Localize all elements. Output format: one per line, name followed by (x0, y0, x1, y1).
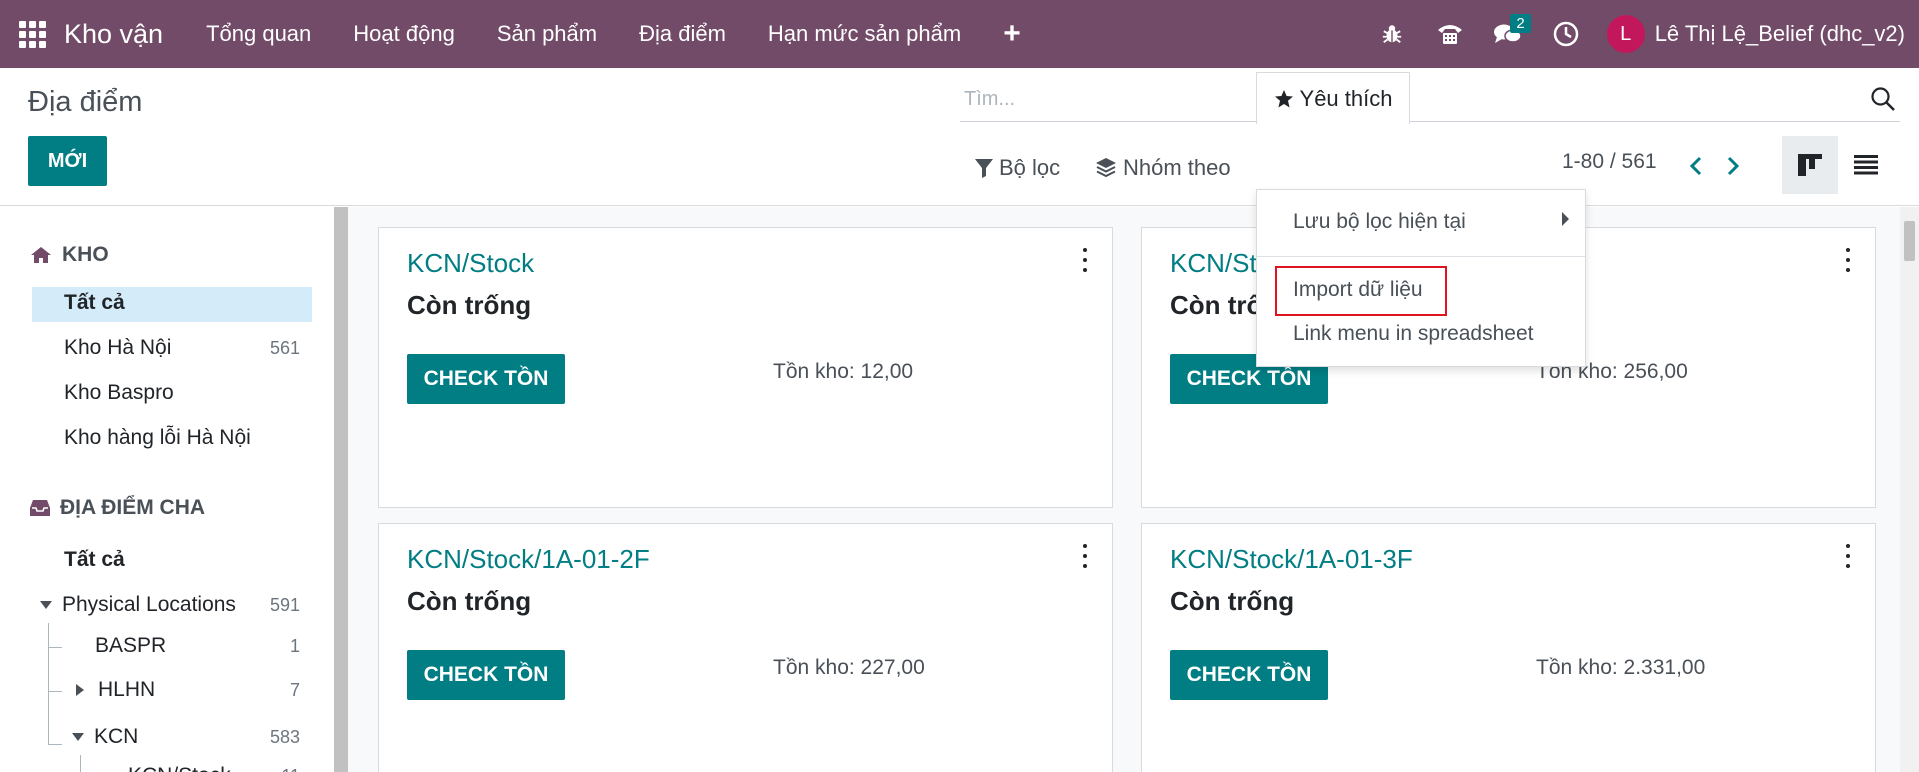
tree-item-baspr[interactable]: BASPR (95, 634, 166, 658)
user-name[interactable]: Lê Thị Lệ_Belief (dhc_v2) (1655, 21, 1905, 47)
parent-item-all[interactable]: Tất cả (64, 548, 125, 572)
tree-item-physical-locations[interactable]: Physical Locations (40, 593, 236, 617)
tree-count: 591 (269, 595, 300, 615)
menu-locations[interactable]: Địa điểm (618, 0, 747, 68)
card-stock: Tồn kho: 227,00 (773, 656, 925, 679)
layers-icon (1096, 158, 1116, 178)
pager-prev-icon[interactable] (1681, 148, 1711, 184)
search-icon[interactable] (1870, 86, 1896, 117)
card-stock: Tồn kho: 2.331,00 (1536, 656, 1706, 679)
tree-line (80, 755, 81, 772)
tree-line (48, 691, 62, 692)
pager-next-icon[interactable] (1718, 148, 1748, 184)
tree-label: Physical Locations (62, 593, 236, 616)
sidebar-scrollbar[interactable] (334, 207, 348, 772)
tree-line (48, 623, 49, 745)
tree-label: KCN (94, 725, 139, 748)
chat-icon[interactable]: 2 (1479, 0, 1537, 68)
search-bar (960, 78, 1900, 122)
warehouse-section-header: KHO (30, 243, 109, 267)
warehouse-header-label: KHO (62, 243, 109, 266)
list-view-icon[interactable] (1838, 136, 1894, 194)
check-stock-button[interactable]: CHECK TỒN (407, 650, 565, 700)
clock-icon[interactable] (1537, 0, 1595, 68)
parent-header-label: ĐỊA ĐIỂM CHA (60, 496, 206, 519)
app-brand[interactable]: Kho vận (64, 19, 163, 50)
user-avatar[interactable]: L (1606, 15, 1645, 53)
filter-button[interactable]: Bộ lọc (975, 148, 1060, 188)
tree-count: 583 (269, 727, 300, 747)
warehouse-item-defect[interactable]: Kho hàng lỗi Hà Nội (64, 426, 251, 450)
add-menu-icon[interactable]: + (982, 17, 1042, 51)
tree-line (48, 647, 62, 648)
caret-down-icon (40, 601, 52, 609)
card-title: KCN/Stock (407, 248, 535, 278)
caret-down-icon (72, 733, 84, 741)
tree-count: 1 (289, 636, 300, 656)
scrollbar-thumb[interactable] (1904, 221, 1915, 261)
tree-item-kcn[interactable]: KCN (72, 725, 138, 749)
favorites-button[interactable]: Yêu thích (1256, 72, 1410, 124)
inbox-icon (30, 500, 50, 516)
check-stock-button[interactable]: CHECK TỒN (407, 354, 565, 404)
card-menu-icon[interactable] (1080, 248, 1090, 272)
card-stock: Tồn kho: 12,00 (773, 360, 914, 383)
tree-label: HLHN (98, 678, 156, 701)
submenu-caret-icon (1562, 212, 1569, 226)
top-navbar: Kho vận Tổng quan Hoạt động Sản phẩm Địa… (0, 0, 1919, 68)
tree-item-kcn-stock[interactable]: KCN/Stock (128, 764, 231, 772)
warehouse-item-hanoi[interactable]: Kho Hà Nội (64, 336, 171, 360)
new-button[interactable]: MỚI (28, 136, 107, 186)
favorites-label: Yêu thích (1299, 85, 1393, 111)
search-panel: KHO Tất cả Kho Hà Nội 561 Kho Baspro Kho… (0, 207, 334, 772)
menu-reordering[interactable]: Hạn mức sản phẩm (747, 0, 982, 68)
parent-section-header: ĐỊA ĐIỂM CHA (30, 496, 205, 520)
phone-icon[interactable] (1421, 0, 1479, 68)
card-status: Còn trống (407, 290, 532, 320)
filter-label: Bộ lọc (999, 155, 1061, 180)
star-icon (1274, 89, 1293, 107)
card-title: KCN/Stock/1A-01-3F (1170, 544, 1413, 574)
kanban-view: KCN/Stock Còn trống CHECK TỒN Tồn kho: 1… (348, 207, 1900, 772)
control-panel: Địa điểm MỚI Bộ lọc Nhóm theo 1-80 / 561 (0, 68, 1919, 206)
warehouse-count-hanoi: 561 (269, 338, 300, 358)
main-scrollbar[interactable] (1900, 207, 1919, 772)
tree-count: 11 (250, 766, 300, 772)
card-title: KCN/Stock/1A-01-2F (407, 544, 650, 574)
caret-right-icon (76, 684, 84, 696)
apps-menu-icon[interactable] (0, 0, 64, 68)
import-data-item[interactable]: Import dữ liệu (1293, 278, 1423, 302)
page-title: Địa điểm (28, 86, 143, 118)
tree-item-hlhn[interactable]: HLHN (76, 678, 155, 702)
kanban-card[interactable]: KCN/Stock Còn trống CHECK TỒN Tồn kho: 1… (378, 227, 1113, 508)
tree-line (48, 744, 62, 745)
filter-icon (975, 159, 993, 178)
check-stock-button[interactable]: CHECK TỒN (1170, 650, 1328, 700)
card-status: Còn trống (1170, 586, 1295, 616)
menu-operations[interactable]: Hoạt động (332, 0, 476, 68)
warehouse-item-baspro[interactable]: Kho Baspro (64, 381, 174, 405)
dropdown-divider (1257, 256, 1585, 257)
group-by-button[interactable]: Nhóm theo (1095, 148, 1231, 188)
kanban-card[interactable]: KCN/Stock/1A-01-2F Còn trống CHECK TỒN T… (378, 523, 1113, 772)
home-icon (31, 247, 51, 263)
kanban-view-icon[interactable] (1782, 136, 1838, 194)
favorites-dropdown: Lưu bộ lọc hiện tại Import dữ liệu Link … (1256, 189, 1586, 367)
menu-overview[interactable]: Tổng quan (185, 0, 332, 68)
debug-bug-icon[interactable] (1363, 0, 1421, 68)
card-menu-icon[interactable] (1080, 544, 1090, 568)
tree-count: 7 (289, 680, 300, 700)
chat-badge: 2 (1510, 14, 1531, 33)
card-menu-icon[interactable] (1843, 544, 1853, 568)
kanban-card[interactable]: KCN/Stock/1A-01-3F Còn trống CHECK TỒN T… (1141, 523, 1876, 772)
pager-value[interactable]: 1-80 / 561 (1562, 150, 1657, 174)
card-status: Còn trống (407, 586, 532, 616)
group-by-label: Nhóm theo (1123, 155, 1231, 180)
menu-products[interactable]: Sản phẩm (476, 0, 618, 68)
card-menu-icon[interactable] (1843, 248, 1853, 272)
link-menu-spreadsheet-item[interactable]: Link menu in spreadsheet (1293, 322, 1534, 346)
warehouse-item-all[interactable]: Tất cả (64, 291, 125, 315)
save-current-filter-item[interactable]: Lưu bộ lọc hiện tại (1293, 210, 1466, 234)
